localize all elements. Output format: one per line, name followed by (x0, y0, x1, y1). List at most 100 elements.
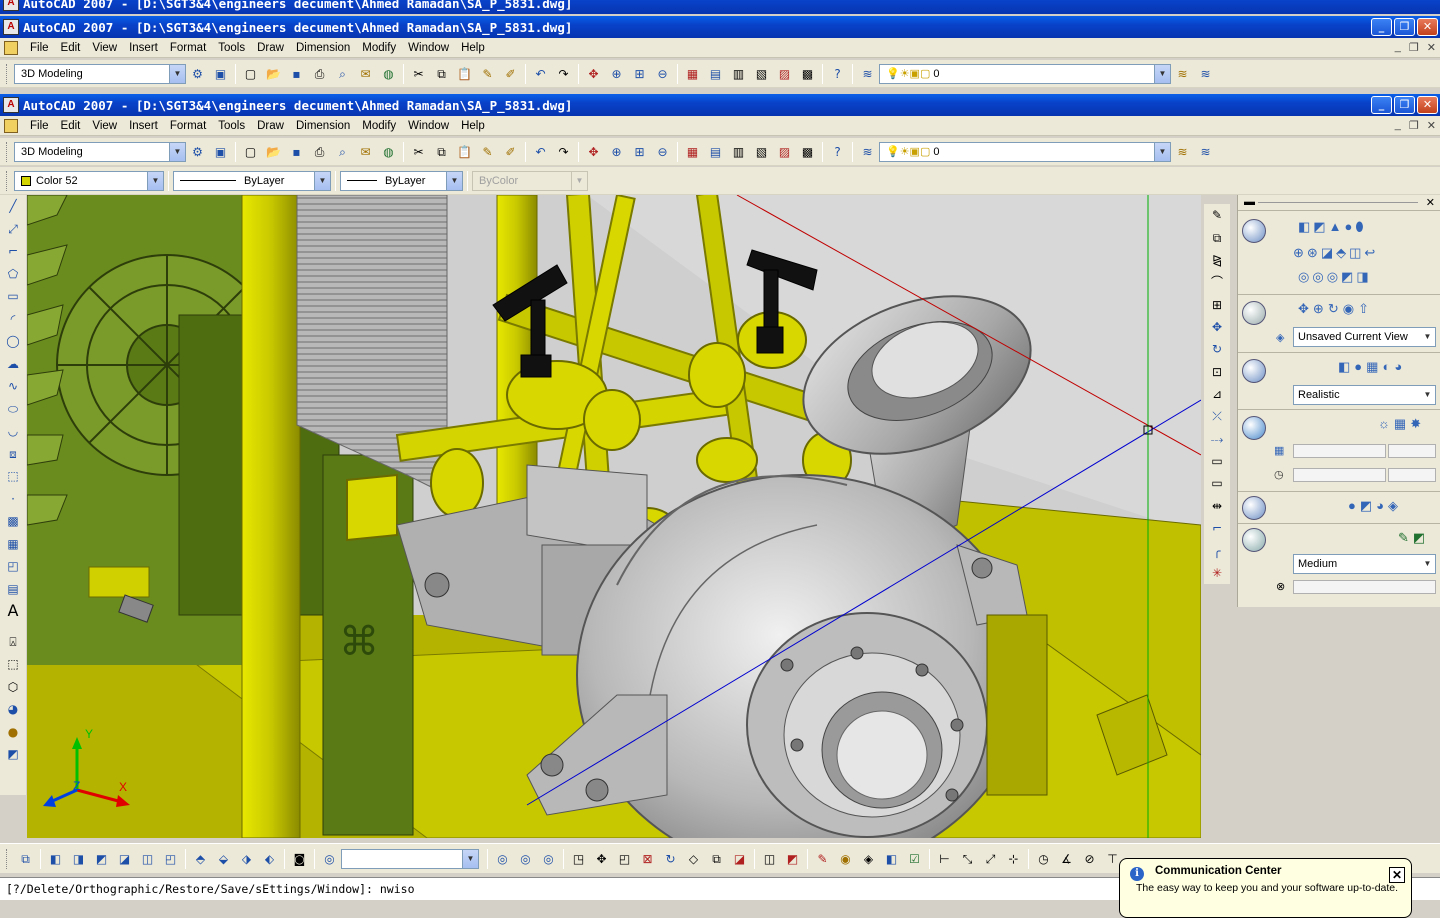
minimize-button[interactable]: _ (1371, 96, 1392, 114)
menu-help[interactable]: Help (455, 42, 491, 54)
chevron-down-icon[interactable]: ▼ (169, 142, 185, 161)
properties-icon[interactable]: ▦ (683, 64, 703, 84)
angular-dimension-icon[interactable]: ∡ (1057, 849, 1077, 869)
make-layer-current-icon[interactable]: ≋ (1173, 64, 1193, 84)
join-icon[interactable]: ▭ (1207, 473, 1227, 493)
restore-button[interactable]: ❐ (1394, 18, 1415, 36)
layer-select[interactable]: 💡☀▣▢ 0 ▼ (879, 63, 1171, 84)
offset-faces-icon[interactable]: ◰ (615, 849, 635, 869)
help-icon[interactable]: ? (828, 64, 848, 84)
paste-icon[interactable]: 📋 (455, 64, 475, 84)
menu-format[interactable]: Format (164, 42, 212, 54)
extrude-faces-icon[interactable]: ◳ (569, 849, 589, 869)
material-apply-icon[interactable]: ◕ (1376, 498, 1384, 514)
doc-close-icon[interactable]: ✕ (1427, 119, 1436, 132)
match-properties-icon[interactable]: ✎ (478, 142, 498, 162)
plot-icon[interactable]: ⎙ (310, 64, 330, 84)
markup-icon[interactable]: ▨ (775, 64, 795, 84)
menu-insert[interactable]: Insert (123, 120, 164, 132)
restore-button[interactable]: ❐ (1394, 96, 1415, 114)
copy-object-icon[interactable]: ⧉ (1207, 227, 1227, 247)
menu-edit[interactable]: Edit (55, 120, 87, 132)
orbit-icon[interactable]: ↻ (1328, 301, 1339, 317)
zoom-window-icon[interactable]: ⊞ (630, 142, 650, 162)
linear-dimension-icon[interactable]: ⊢ (935, 849, 955, 869)
3d-make-icon[interactable] (1242, 219, 1266, 243)
menu-view[interactable]: View (86, 42, 123, 54)
shadow-icon[interactable]: ◐ (1382, 359, 1390, 375)
ellipse-arc-icon[interactable]: ◡ (3, 421, 23, 442)
doc-minimize-icon[interactable]: _ (1395, 119, 1401, 132)
redo-icon[interactable]: ↷ (554, 64, 574, 84)
copy-icon[interactable]: ⧉ (432, 64, 452, 84)
render-quality-select[interactable]: Medium ▼ (1293, 554, 1436, 574)
workspace-icon[interactable]: ▣ (211, 142, 231, 162)
redo-icon[interactable]: ↷ (554, 142, 574, 162)
rotate-faces-icon[interactable]: ↻ (661, 849, 681, 869)
spline-icon[interactable]: ∿ (3, 376, 23, 397)
match-properties-icon[interactable]: ✎ (478, 64, 498, 84)
diameter-dimension-icon[interactable]: ◷ (1034, 849, 1054, 869)
ordinate-dimension-icon[interactable]: ⤢ (981, 849, 1001, 869)
zoom-realtime-icon[interactable]: ⊕ (607, 64, 627, 84)
bottom-view-icon[interactable]: ◨ (69, 849, 89, 869)
face-style-icon[interactable]: ◧ (1338, 359, 1350, 375)
shell-icon[interactable]: ✎ (813, 849, 833, 869)
intersect-icon[interactable]: ◎ (1327, 269, 1338, 285)
extrude-icon[interactable]: ⊕ (1293, 245, 1304, 261)
left-view-icon[interactable]: ◩ (92, 849, 112, 869)
toolbar-grip[interactable] (6, 63, 9, 84)
intersect-tool-icon[interactable]: ◎ (539, 849, 559, 869)
chevron-down-icon[interactable]: ▼ (462, 849, 478, 868)
copy-icon[interactable]: ⧉ (432, 142, 452, 162)
visual-style-select[interactable]: Realistic ▼ (1293, 385, 1436, 405)
menu-file[interactable]: File (24, 120, 55, 132)
doc-restore-icon[interactable]: ❐ (1409, 119, 1419, 132)
menu-file[interactable]: File (24, 42, 55, 54)
3d-solid-icon[interactable]: ⬡ (3, 677, 23, 698)
box-icon[interactable]: ⬚ (3, 654, 23, 675)
chevron-down-icon[interactable]: ▼ (446, 171, 462, 190)
zoom-previous-icon[interactable]: ⊖ (653, 64, 673, 84)
taper-faces-icon[interactable]: ◇ (684, 849, 704, 869)
render-icon[interactable]: ✎ (1398, 530, 1409, 546)
design-center-icon[interactable]: ▤ (706, 64, 726, 84)
pan-icon[interactable]: ✥ (584, 142, 604, 162)
shaded-sphere-icon[interactable]: ● (1354, 359, 1362, 375)
presspull-icon[interactable]: ◫ (1349, 245, 1361, 261)
workspace-icon[interactable]: ▣ (211, 64, 231, 84)
sun-icon[interactable]: ☼ (1378, 416, 1390, 432)
revision-cloud-icon[interactable]: ☁ (3, 354, 23, 375)
quick-dimension-icon[interactable]: ⊘ (1080, 849, 1100, 869)
layer-previous-icon[interactable]: ≋ (1196, 142, 1216, 162)
sheet-set-icon[interactable]: ▧ (752, 142, 772, 162)
cut-icon[interactable]: ✂ (409, 142, 429, 162)
toolbar-grip[interactable] (6, 848, 9, 869)
circle-icon[interactable]: ◯ (3, 331, 23, 352)
union-icon[interactable]: ◎ (1298, 269, 1309, 285)
materials-icon[interactable] (1242, 496, 1266, 520)
union-tool-icon[interactable]: ◎ (493, 849, 513, 869)
time-value[interactable] (1388, 468, 1436, 482)
doc-restore-icon[interactable]: ❐ (1409, 41, 1419, 54)
color-edges-icon[interactable]: ☑ (905, 849, 925, 869)
chevron-down-icon[interactable]: ▼ (314, 171, 330, 190)
close-button[interactable]: ✕ (1417, 96, 1438, 114)
sw-iso-icon[interactable]: ⬘ (191, 849, 211, 869)
cut-icon[interactable]: ✂ (409, 64, 429, 84)
pan-nav-icon[interactable]: ✥ (1298, 301, 1309, 317)
tool-palettes-icon[interactable]: ▥ (729, 64, 749, 84)
erase-icon[interactable]: ✎ (1207, 205, 1227, 225)
chevron-down-icon[interactable]: ▼ (1420, 328, 1435, 346)
polyline-icon[interactable]: ⌐ (3, 241, 23, 262)
render-settings-icon[interactable]: ◩ (1413, 530, 1425, 546)
revolve-icon[interactable]: ⊛ (1307, 245, 1318, 261)
workspace-select[interactable]: 3D Modeling ▼ (14, 141, 186, 162)
layer-manager-icon[interactable]: ≋ (858, 142, 878, 162)
workspace-settings-icon[interactable]: ⚙ (188, 142, 208, 162)
fillet-round-icon[interactable]: ╭ (1207, 540, 1227, 560)
check-icon[interactable]: ◉ (836, 849, 856, 869)
stretch-icon[interactable]: ⊿ (1207, 384, 1227, 404)
menu-tools[interactable]: Tools (212, 120, 251, 132)
lineweight-select[interactable]: ByLayer ▼ (340, 170, 463, 191)
